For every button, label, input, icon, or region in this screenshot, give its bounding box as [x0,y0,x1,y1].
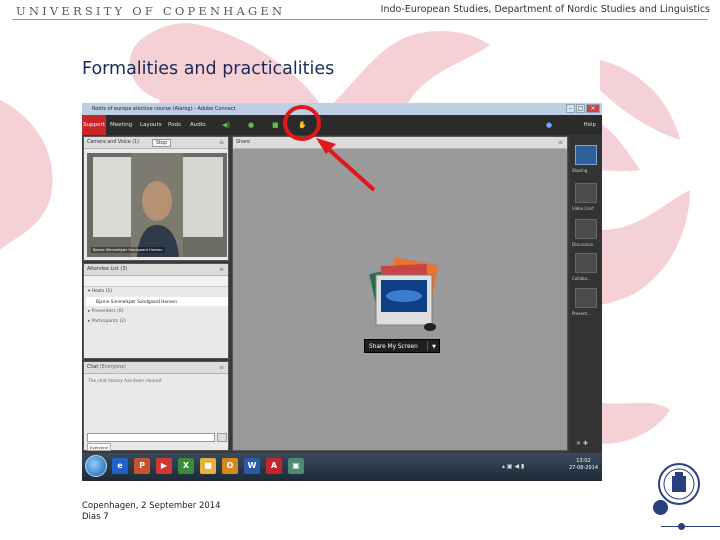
footer-slide-number: Dias 7 [82,512,109,522]
footer-line [661,526,720,527]
annotation-arrow-shaft [323,144,376,192]
footer-date: Copenhagen, 2 September 2014 [82,501,221,511]
footer-dot-small [678,523,685,530]
university-seal-logo [658,463,700,505]
footer-dot [653,500,668,515]
annotation-overlay [283,105,376,192]
highlight-circle [283,105,321,141]
slide-footer: Copenhagen, 2 September 2014 Dias 7 [82,501,221,523]
